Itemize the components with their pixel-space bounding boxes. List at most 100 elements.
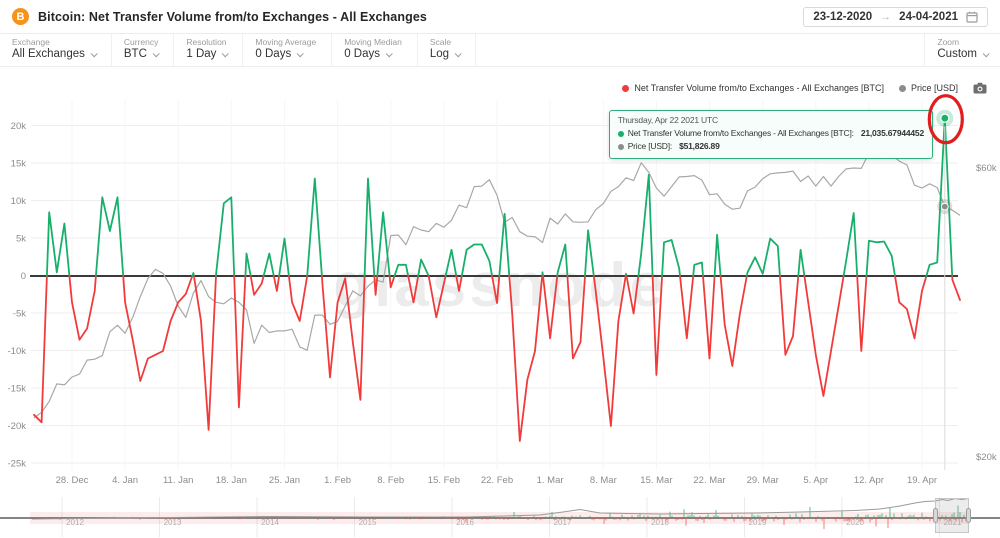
y-axis-tick: 5k (16, 234, 26, 245)
volume-series-segment (68, 275, 97, 341)
volume-series-segment (244, 252, 252, 277)
volume-series-segment (249, 275, 265, 296)
legend-label: Net Transfer Volume from/to Exchanges - … (634, 83, 884, 93)
end-date-value[interactable]: 24-04-2021 (899, 11, 958, 23)
volume-series-segment (272, 275, 281, 292)
y-axis-tick: -25k (8, 459, 27, 470)
y-axis-tick: -10k (8, 346, 27, 357)
brush-left-handle[interactable] (933, 508, 938, 523)
main-chart-canvas[interactable]: 20k 15k 10k 5k 0 -5k -10k -15k -20k -25k 28. Dec 4.… (0, 0, 1000, 538)
legend-item-volume[interactable]: Net Transfer Volume from/to Exchanges - … (622, 83, 884, 93)
volume-series-segment (865, 239, 896, 277)
glassnode-studio-app: B Bitcoin: Net Transfer Volume from/to E… (0, 0, 1000, 538)
volume-series-segment (679, 275, 695, 340)
x-axis-tick: 8. Feb (377, 475, 404, 486)
chevron-down-icon (152, 49, 160, 57)
x-axis-tick: 25. Jan (269, 475, 300, 486)
control-moving-average[interactable]: Moving Average 0 Days (243, 34, 333, 66)
control-label: Moving Median (344, 37, 402, 47)
volume-series-segment (33, 275, 48, 424)
tooltip-date: Thursday, Apr 22 2021 UTC (617, 115, 718, 125)
volume-series-segment (745, 237, 781, 277)
x-axis-tick: 8. Mar (590, 475, 617, 486)
tooltip-label: Price [USD]: (627, 141, 673, 152)
x-axis-tick: 28. Dec (56, 475, 89, 486)
control-value: 1 Day (186, 48, 217, 60)
control-value: Custom (937, 48, 977, 60)
control-label: Scale (429, 37, 452, 47)
tooltip-row-price: Price [USD]: $51,826.89 (617, 140, 924, 153)
series-dot (617, 143, 624, 150)
control-scale[interactable]: Scale Log (418, 34, 477, 66)
x-axis-tick: 1. Mar (537, 475, 564, 486)
control-moving-median[interactable]: Moving Median 0 Days (332, 34, 418, 66)
series-dot (617, 130, 624, 137)
y-axis-tick: 0 (21, 271, 26, 282)
page-title: Bitcoin: Net Transfer Volume from/to Exc… (38, 9, 427, 24)
control-value: Log (429, 48, 450, 60)
volume-series-segment (95, 196, 125, 277)
x-axis-tick: 29. Mar (747, 475, 779, 486)
x-axis-tick: 18. Jan (216, 475, 247, 486)
camera-button[interactable] (973, 82, 987, 94)
y-axis-tick: -5k (13, 309, 26, 320)
chart-settings-toolbar: Exchange All Exchanges Currency BTC Resoluti… (0, 34, 1000, 67)
date-range-input[interactable]: 23-12-2020 → 24-04-2021 (803, 6, 988, 27)
control-zoom[interactable]: Zoom Custom (924, 34, 1000, 66)
y-axis-tick: -20k (8, 421, 27, 432)
volume-series-segment (719, 275, 748, 367)
title-bar: B Bitcoin: Net Transfer Volume from/to E… (0, 0, 1000, 34)
navigator-brush[interactable] (933, 498, 971, 533)
y-axis-tick: 20k (11, 121, 27, 132)
control-currency[interactable]: Currency BTC (112, 34, 175, 66)
control-resolution[interactable]: Resolution 1 Day (174, 34, 244, 66)
volume-series-segment (803, 275, 845, 397)
control-label: Resolution (186, 37, 227, 47)
volume-series-segment (797, 248, 806, 277)
volume-series-segment (287, 275, 309, 322)
right-axis-tick: $20k (976, 452, 997, 463)
control-label: Currency (123, 37, 159, 47)
legend-item-price[interactable]: Price [USD] (898, 83, 958, 93)
control-value: 0 Days (344, 48, 381, 60)
start-date-value[interactable]: 23-12-2020 (813, 11, 872, 23)
x-axis-tick: 11. Jan (163, 475, 193, 486)
x-axis-tick: 15. Mar (640, 475, 672, 486)
volume-series-segment (702, 275, 716, 360)
control-value: All Exchanges (12, 48, 85, 60)
calendar-icon (966, 11, 978, 23)
control-exchange[interactable]: Exchange All Exchanges (0, 34, 112, 66)
tooltip-value: 21,035.67944452 (860, 128, 924, 138)
volume-series-segment (692, 261, 704, 277)
chart-legend: Net Transfer Volume from/to Exchanges - … (622, 82, 987, 94)
control-value: 0 Days (255, 48, 292, 60)
brush-right-handle[interactable] (966, 508, 971, 523)
volume-series-segment (122, 275, 194, 382)
chevron-down-icon (296, 49, 304, 57)
series-color-dot (898, 84, 906, 92)
tooltip-value: $51,826.89 (679, 141, 720, 152)
control-label: Exchange (12, 37, 50, 47)
camera-icon (973, 82, 987, 94)
tooltip-row-volume: Net Transfer Volume from/to Exchanges - … (617, 127, 924, 140)
series-color-dot (622, 84, 630, 92)
crosshair-tooltip: Thursday, Apr 22 2021 UTC Net Transfer V… (608, 110, 933, 160)
tooltip-label: Net Transfer Volume from/to Exchanges - … (627, 128, 854, 138)
volume-series-segment (713, 233, 722, 277)
right-axis-tick: $60k (976, 163, 997, 174)
control-value: BTC (123, 48, 147, 60)
timeline-navigator[interactable] (0, 497, 1000, 538)
bitcoin-icon: B (12, 8, 29, 25)
y-axis-tick: 10k (11, 196, 27, 207)
x-axis-tick: 12. Apr (854, 475, 884, 486)
y-axis-tick: -15k (8, 384, 27, 395)
volume-series-segment (306, 177, 323, 277)
x-axis-tick: 22. Feb (481, 475, 513, 486)
volume-series-segment (951, 275, 961, 301)
arrow-right-icon: → (880, 10, 892, 23)
x-axis-tick: 15. Feb (428, 475, 460, 486)
chevron-down-icon (385, 49, 393, 57)
chevron-down-icon (982, 49, 990, 57)
volume-series-segment (842, 212, 859, 277)
